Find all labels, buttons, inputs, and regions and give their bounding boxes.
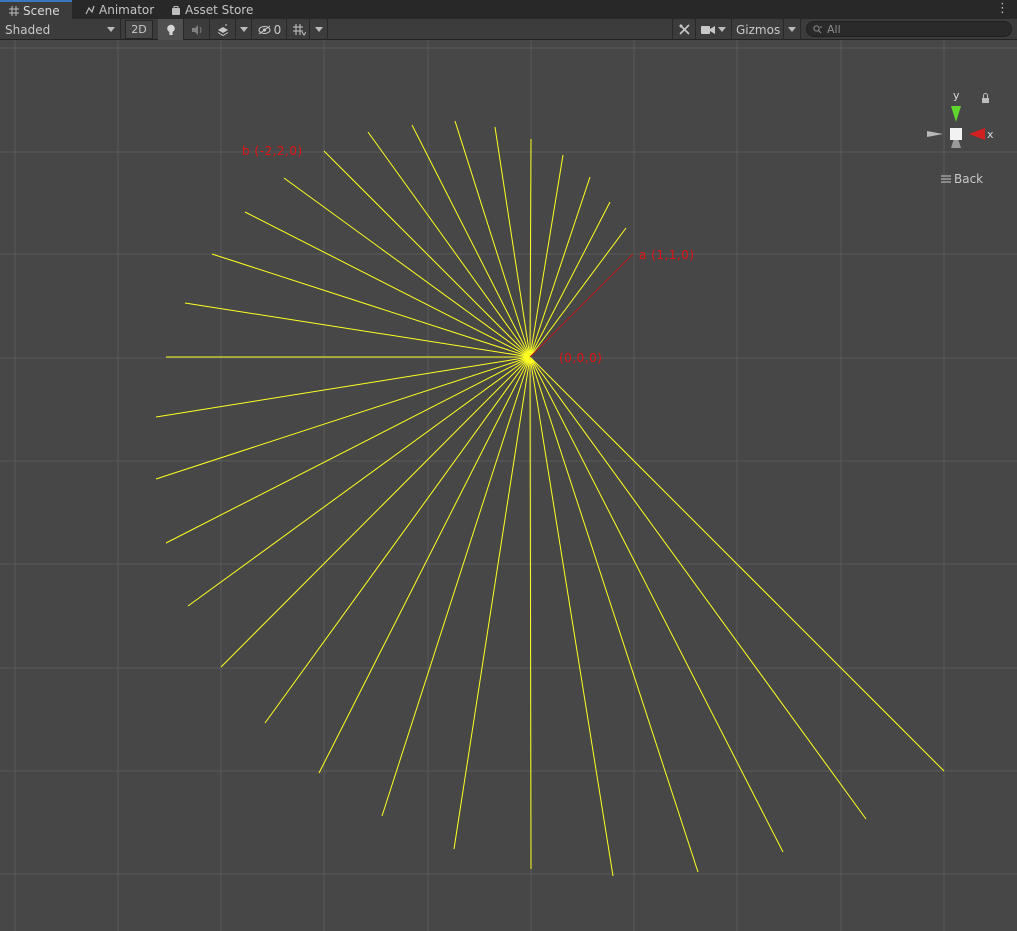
gizmos-button[interactable]: Gizmos: [732, 19, 784, 40]
audio-toggle[interactable]: [184, 19, 210, 40]
label-vector-b: b (-2,2,0): [242, 144, 303, 158]
ray-line: [211, 253, 531, 358]
label-origin: (0,0,0): [559, 351, 603, 365]
tab-asset-store[interactable]: Asset Store: [162, 0, 261, 19]
tab-scene-label: Scene: [23, 3, 60, 18]
ray-line: [187, 356, 531, 607]
gizmos-dropdown[interactable]: [784, 19, 801, 40]
ray-line: [529, 201, 611, 358]
gizmo-y-label: y: [953, 89, 960, 102]
effects-dropdown[interactable]: [236, 19, 252, 40]
more-options-icon[interactable]: ⋮: [996, 2, 1009, 15]
tools-button[interactable]: [672, 19, 696, 40]
ray-line: [165, 356, 531, 544]
grid-dropdown[interactable]: [310, 19, 328, 40]
y-axis-cone[interactable]: [951, 106, 961, 122]
ray-line: [323, 150, 531, 358]
eye-slash-icon: [258, 25, 271, 34]
tab-bar: Scene Animator Asset Store ⋮: [0, 0, 1017, 19]
tab-asset-store-label: Asset Store: [185, 2, 254, 17]
search-icon: [813, 24, 822, 33]
draw-mode-dropdown[interactable]: Shaded: [0, 19, 121, 40]
ray-line: [529, 356, 784, 853]
ray-line: [453, 356, 531, 850]
grid-icon: [8, 5, 19, 16]
ray-line: [184, 302, 531, 358]
chevron-down-icon: [314, 27, 323, 32]
ray-line: [220, 356, 531, 668]
ray-line: [529, 356, 532, 870]
back-label-text: Back: [954, 172, 984, 186]
grid-snap-icon: [292, 24, 306, 36]
ray-line: [529, 138, 532, 358]
ray-line: [155, 356, 531, 480]
grid-toggle[interactable]: [288, 19, 310, 40]
search-placeholder: All: [827, 22, 841, 36]
ray-line: [244, 211, 531, 358]
ray-line: [529, 356, 614, 877]
scene-toolbar: Shaded 2D 0 Gizmos All: [0, 19, 1017, 40]
axis-gizmo-icon: y x: [927, 89, 994, 148]
ray-line: [454, 120, 531, 358]
tools-icon: [678, 24, 690, 35]
tab-animator-label: Animator: [99, 2, 155, 17]
bag-icon: [170, 4, 181, 15]
scene-viewport[interactable]: b (-2,2,0) a (1,1,0) (0,0,0) y x Back: [0, 40, 1017, 931]
menu-icon: [941, 175, 951, 183]
ray-line: [381, 356, 531, 817]
camera-icon: [701, 25, 715, 34]
chevron-down-icon: [107, 27, 115, 32]
neg-x-axis-cone[interactable]: [927, 131, 943, 137]
animator-icon: [84, 4, 95, 15]
layers-icon: [217, 24, 228, 36]
hidden-count: 0: [273, 22, 282, 37]
toggle-2d-button[interactable]: 2D: [125, 20, 153, 39]
lightbulb-icon: [166, 24, 175, 35]
toggle-2d-label: 2D: [131, 23, 147, 36]
gizmo-center-cube[interactable]: [950, 128, 962, 140]
vector-a-line: [529, 253, 634, 358]
ray-line: [529, 356, 699, 873]
tab-animator[interactable]: Animator: [76, 0, 162, 19]
camera-settings-button[interactable]: [696, 19, 732, 40]
ray-line: [283, 177, 531, 358]
chevron-down-icon: [718, 27, 726, 32]
ray-line: [529, 227, 627, 358]
ray-line: [264, 356, 531, 724]
chevron-down-icon: [239, 27, 248, 32]
lighting-toggle[interactable]: [158, 19, 184, 40]
ray-line: [155, 356, 531, 418]
view-back-label[interactable]: Back: [941, 172, 983, 186]
gizmo-x-label: x: [987, 128, 994, 141]
lock-icon[interactable]: [982, 93, 989, 104]
chevron-down-icon: [788, 27, 796, 32]
search-input[interactable]: All: [806, 21, 1012, 37]
draw-mode-value: Shaded: [5, 22, 51, 37]
hidden-objects-toggle[interactable]: 0: [253, 19, 287, 40]
ray-line: [529, 356, 945, 772]
label-vector-a: a (1,1,0): [639, 248, 695, 262]
ray-line: [529, 356, 867, 820]
ray-line: [529, 154, 564, 358]
ray-fan: [155, 120, 945, 877]
gizmos-label: Gizmos: [736, 22, 781, 37]
ray-line: [367, 131, 531, 358]
effects-toggle[interactable]: [210, 19, 236, 40]
x-axis-cone[interactable]: [969, 128, 985, 140]
tab-scene[interactable]: Scene: [0, 0, 72, 19]
speaker-icon: [191, 24, 201, 35]
ray-line: [529, 176, 591, 358]
